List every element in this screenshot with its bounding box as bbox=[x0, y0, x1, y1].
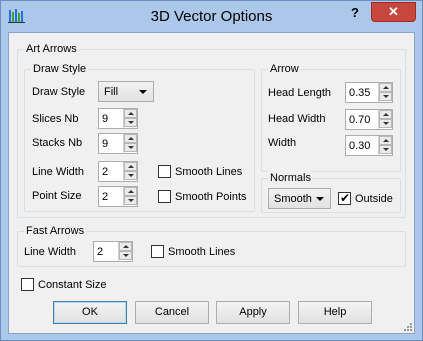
spin-up-icon[interactable] bbox=[124, 162, 137, 171]
line-width-spinbox[interactable]: 2 bbox=[98, 161, 138, 182]
spin-down-icon[interactable] bbox=[119, 251, 132, 260]
smooth-points-label[interactable]: Smooth Points bbox=[175, 190, 247, 204]
smooth-lines-label[interactable]: Smooth Lines bbox=[175, 165, 242, 179]
fast-arrows-title: Fast Arrows bbox=[24, 224, 87, 238]
head-width-value: 0.70 bbox=[349, 114, 371, 126]
normals-mode-combo[interactable]: Smooth bbox=[268, 188, 331, 209]
resize-grip-icon[interactable] bbox=[403, 322, 413, 332]
title-bar[interactable]: 3D Vector Options ? ✕ bbox=[1, 1, 422, 31]
stacks-label: Stacks Nb bbox=[32, 137, 83, 149]
apply-button[interactable]: Apply bbox=[216, 301, 290, 324]
fast-smooth-lines-label[interactable]: Smooth Lines bbox=[168, 245, 235, 259]
draw-style-group-title: Draw Style bbox=[31, 62, 89, 76]
smooth-lines-checkbox[interactable] bbox=[158, 165, 171, 178]
fast-line-width-spinbox[interactable]: 2 bbox=[93, 241, 133, 262]
normals-group: Normals Smooth Outside bbox=[261, 171, 401, 213]
slices-value: 9 bbox=[102, 113, 109, 125]
cancel-button[interactable]: Cancel bbox=[135, 301, 209, 324]
context-help-button[interactable]: ? bbox=[345, 4, 365, 24]
head-width-spinbox[interactable]: 0.70 bbox=[345, 109, 393, 130]
spin-down-icon[interactable] bbox=[379, 145, 392, 154]
ok-button[interactable]: OK bbox=[53, 301, 127, 324]
spin-down-icon[interactable] bbox=[124, 196, 137, 205]
spin-up-icon[interactable] bbox=[119, 242, 132, 251]
spin-up-icon[interactable] bbox=[379, 110, 392, 119]
spin-down-icon[interactable] bbox=[379, 92, 392, 101]
spin-down-icon[interactable] bbox=[124, 143, 137, 152]
stacks-value: 9 bbox=[102, 138, 109, 150]
point-size-label: Point Size bbox=[32, 190, 82, 202]
normals-group-title: Normals bbox=[268, 171, 313, 185]
smooth-points-checkbox[interactable] bbox=[158, 190, 171, 203]
fast-line-width-label: Line Width bbox=[24, 246, 76, 258]
help-button[interactable]: Help bbox=[298, 301, 372, 324]
slices-label: Slices Nb bbox=[32, 113, 79, 125]
width-label: Width bbox=[268, 137, 297, 149]
width-spinbox[interactable]: 0.30 bbox=[345, 135, 393, 156]
draw-style-combo[interactable]: Fill bbox=[98, 81, 154, 102]
head-length-spinbox[interactable]: 0.35 bbox=[345, 82, 393, 103]
draw-style-group: Draw Style Draw Style Fill Slices Nb 9 S… bbox=[24, 62, 255, 212]
constant-size-checkbox[interactable] bbox=[21, 278, 34, 291]
line-width-label: Line Width bbox=[32, 166, 84, 178]
arrow-group-title: Arrow bbox=[268, 62, 301, 76]
dialog-window: 3D Vector Options ? ✕ Art Arrows Draw St… bbox=[0, 0, 423, 341]
art-arrows-group: Art Arrows Draw Style Draw Style Fill Sl… bbox=[17, 42, 406, 218]
slices-spinbox[interactable]: 9 bbox=[98, 108, 138, 129]
outside-label[interactable]: Outside bbox=[355, 192, 393, 206]
spin-down-icon[interactable] bbox=[379, 119, 392, 128]
dialog-client-area: Art Arrows Draw Style Draw Style Fill Sl… bbox=[8, 32, 415, 334]
draw-style-label: Draw Style bbox=[32, 86, 86, 98]
chevron-down-icon bbox=[316, 197, 324, 201]
head-length-value: 0.35 bbox=[349, 87, 371, 99]
head-length-label: Head Length bbox=[268, 87, 331, 99]
stacks-spinbox[interactable]: 9 bbox=[98, 133, 138, 154]
spin-up-icon[interactable] bbox=[124, 134, 137, 143]
fast-arrows-group: Fast Arrows Line Width 2 Smooth Lines bbox=[17, 224, 406, 267]
art-arrows-title: Art Arrows bbox=[24, 42, 79, 56]
point-size-value: 2 bbox=[102, 191, 109, 203]
spin-up-icon[interactable] bbox=[379, 83, 392, 92]
point-size-spinbox[interactable]: 2 bbox=[98, 186, 138, 207]
draw-style-value: Fill bbox=[104, 86, 119, 98]
close-button[interactable]: ✕ bbox=[371, 2, 416, 22]
fast-line-width-value: 2 bbox=[97, 246, 104, 258]
head-width-label: Head Width bbox=[268, 113, 326, 125]
fast-smooth-lines-checkbox[interactable] bbox=[151, 245, 164, 258]
spin-up-icon[interactable] bbox=[379, 136, 392, 145]
spin-up-icon[interactable] bbox=[124, 187, 137, 196]
chevron-down-icon bbox=[139, 90, 147, 94]
spin-up-icon[interactable] bbox=[124, 109, 137, 118]
line-width-value: 2 bbox=[102, 166, 109, 178]
arrow-group: Arrow Head Length 0.35 Head Width 0.70 W… bbox=[261, 62, 401, 172]
spin-down-icon[interactable] bbox=[124, 118, 137, 127]
spin-down-icon[interactable] bbox=[124, 171, 137, 180]
width-value: 0.30 bbox=[349, 140, 371, 152]
normals-mode-value: Smooth bbox=[274, 193, 312, 205]
constant-size-label[interactable]: Constant Size bbox=[38, 278, 106, 292]
outside-checkbox[interactable] bbox=[338, 191, 351, 205]
